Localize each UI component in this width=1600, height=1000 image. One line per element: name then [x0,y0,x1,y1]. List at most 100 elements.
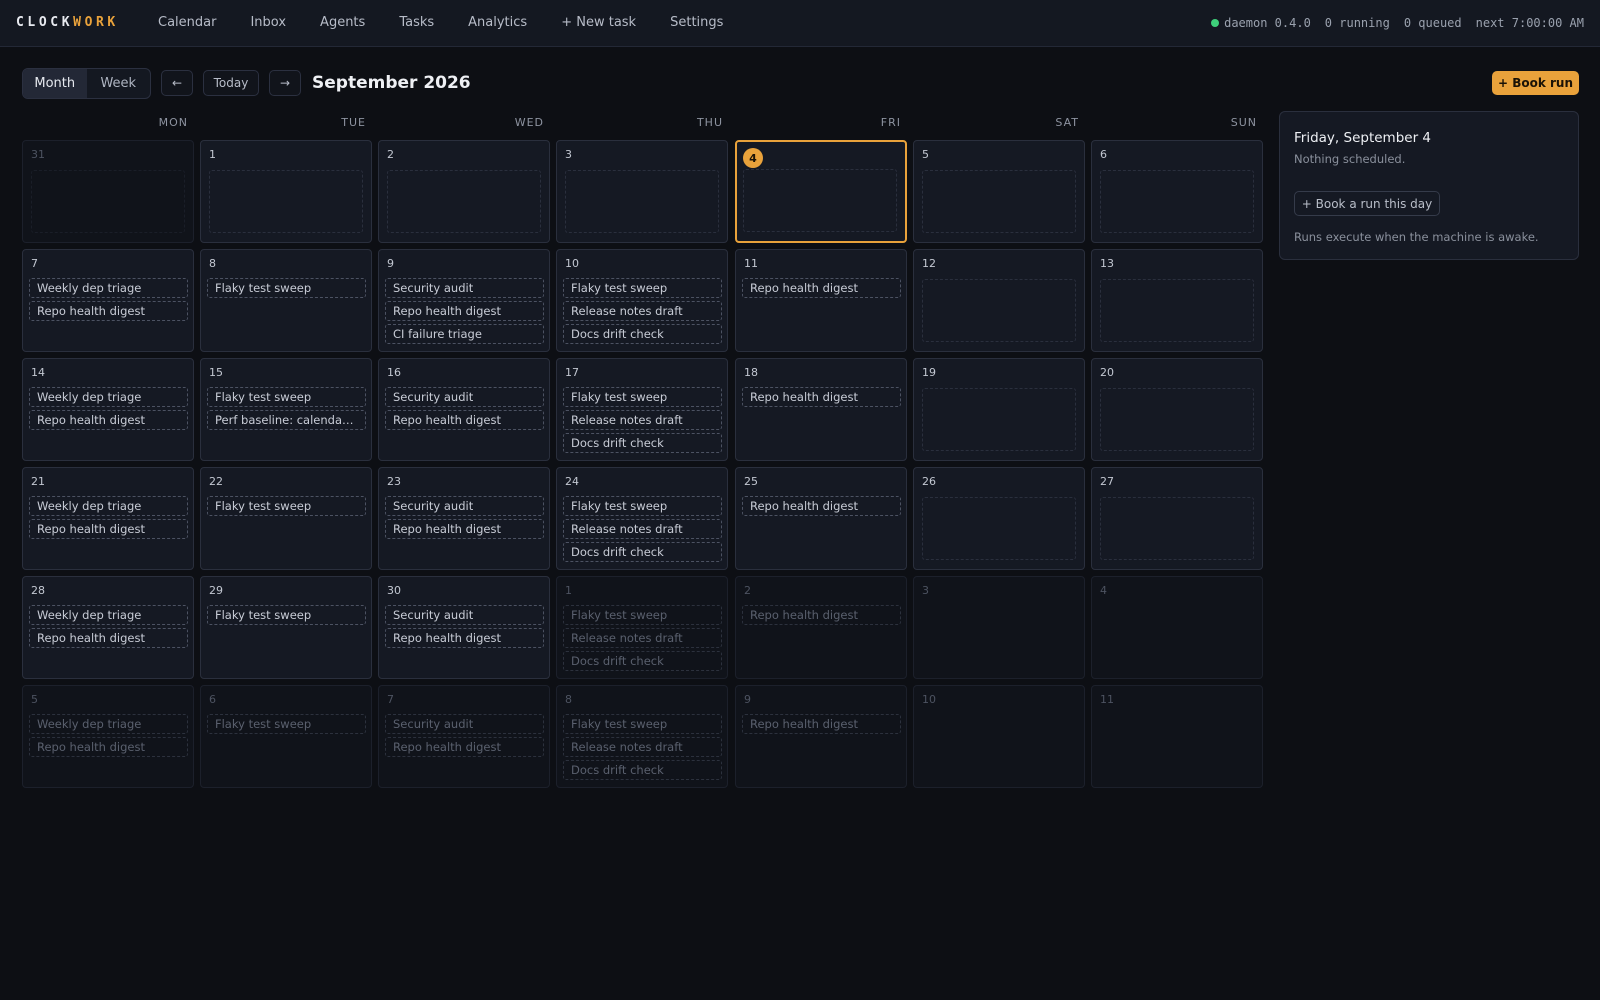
nav-new-task[interactable]: + New task [561,15,636,30]
event-chip[interactable]: Flaky test sweep [563,387,722,407]
next-month-button[interactable]: → [269,70,301,96]
event-chip[interactable]: Docs drift check [563,324,722,344]
event-chip[interactable]: Repo health digest [29,519,188,539]
event-chip[interactable]: Release notes draft [563,628,722,648]
day-cell[interactable]: 29 Flaky test sweep [200,576,372,679]
event-chip[interactable]: Release notes draft [563,737,722,757]
day-cell[interactable]: 23 Security audit Repo health digest [378,467,550,570]
day-cell[interactable]: 31 [22,140,194,243]
day-cell[interactable]: 4 [1091,576,1263,679]
day-cell[interactable]: 6 [1091,140,1263,243]
event-chip[interactable]: Weekly dep triage [29,387,188,407]
event-chip[interactable]: Release notes draft [563,410,722,430]
nav-calendar[interactable]: Calendar [158,15,216,30]
day-cell[interactable]: 11 Repo health digest [735,249,907,352]
event-chip[interactable]: Repo health digest [29,737,188,757]
day-cell[interactable]: 7 Weekly dep triage Repo health digest [22,249,194,352]
app-logo[interactable]: CLOCKWORK [16,15,119,30]
event-chip[interactable]: Flaky test sweep [207,387,366,407]
event-chip[interactable]: Repo health digest [385,628,544,648]
event-chip[interactable]: Weekly dep triage [29,278,188,298]
event-chip[interactable]: Repo health digest [742,605,901,625]
event-chip[interactable]: Weekly dep triage [29,605,188,625]
day-cell[interactable]: 1 [200,140,372,243]
event-chip[interactable]: Repo health digest [385,410,544,430]
day-cell[interactable]: 9 Repo health digest [735,685,907,788]
event-chip[interactable]: Docs drift check [563,433,722,453]
event-chip[interactable]: Flaky test sweep [207,605,366,625]
today-button[interactable]: Today [203,70,259,96]
view-month-button[interactable]: Month [23,69,87,98]
event-chip[interactable]: Security audit [385,387,544,407]
prev-month-button[interactable]: ← [161,70,193,96]
empty-slot[interactable] [1100,279,1254,342]
day-cell[interactable]: 19 [913,358,1085,461]
day-cell[interactable]: 9 Security audit Repo health digest CI fail… [378,249,550,352]
day-cell[interactable]: 28 Weekly dep triage Repo health digest [22,576,194,679]
event-chip[interactable]: Flaky test sweep [563,496,722,516]
nav-settings[interactable]: Settings [670,15,723,30]
day-cell[interactable]: 17 Flaky test sweep Release notes draft Doc… [556,358,728,461]
day-cell[interactable]: 12 [913,249,1085,352]
book-run-button[interactable]: + Book run [1492,71,1579,95]
event-chip[interactable]: Repo health digest [385,301,544,321]
view-week-button[interactable]: Week [87,69,151,98]
empty-slot[interactable] [1100,497,1254,560]
event-chip[interactable]: Flaky test sweep [563,714,722,734]
event-chip[interactable]: Flaky test sweep [207,278,366,298]
nav-tasks[interactable]: Tasks [399,15,434,30]
empty-slot[interactable] [565,170,719,233]
event-chip[interactable]: Repo health digest [742,278,901,298]
day-cell[interactable]: 2 Repo health digest [735,576,907,679]
event-chip[interactable]: Docs drift check [563,651,722,671]
event-chip[interactable]: Security audit [385,605,544,625]
day-cell[interactable]: 26 [913,467,1085,570]
event-chip[interactable]: Repo health digest [29,628,188,648]
day-cell[interactable]: 7 Security audit Repo health digest [378,685,550,788]
event-chip[interactable]: Flaky test sweep [563,605,722,625]
day-cell[interactable]: 6 Flaky test sweep [200,685,372,788]
day-cell[interactable]: 2 [378,140,550,243]
empty-slot[interactable] [922,170,1076,233]
event-chip[interactable]: Repo health digest [385,737,544,757]
nav-inbox[interactable]: Inbox [250,15,286,30]
day-cell[interactable]: 21 Weekly dep triage Repo health digest [22,467,194,570]
empty-slot[interactable] [387,170,541,233]
event-chip[interactable]: Repo health digest [742,387,901,407]
day-cell[interactable]: 14 Weekly dep triage Repo health digest [22,358,194,461]
nav-agents[interactable]: Agents [320,15,365,30]
empty-slot[interactable] [1100,388,1254,451]
event-chip[interactable]: Security audit [385,278,544,298]
event-chip[interactable]: Repo health digest [29,301,188,321]
event-chip[interactable]: Docs drift check [563,542,722,562]
event-chip[interactable]: Repo health digest [29,410,188,430]
day-cell[interactable]: 18 Repo health digest [735,358,907,461]
event-chip[interactable]: Flaky test sweep [207,714,366,734]
day-cell[interactable]: 20 [1091,358,1263,461]
book-run-this-day-button[interactable]: + Book a run this day [1294,191,1440,216]
empty-slot[interactable] [743,169,897,232]
day-cell[interactable]: 15 Flaky test sweep Perf baseline: calenda… [200,358,372,461]
event-chip[interactable]: Flaky test sweep [563,278,722,298]
empty-slot[interactable] [1100,170,1254,233]
day-cell[interactable]: 8 Flaky test sweep [200,249,372,352]
event-chip[interactable]: Release notes draft [563,301,722,321]
day-cell[interactable]: 10 Flaky test sweep Release notes draft Doc… [556,249,728,352]
day-cell[interactable]: 3 [913,576,1085,679]
event-chip[interactable]: Repo health digest [742,496,901,516]
event-chip[interactable]: Security audit [385,496,544,516]
day-cell[interactable]: 30 Security audit Repo health digest [378,576,550,679]
day-cell[interactable]: 13 [1091,249,1263,352]
empty-slot[interactable] [922,279,1076,342]
empty-slot[interactable] [922,497,1076,560]
event-chip[interactable]: CI failure triage [385,324,544,344]
nav-analytics[interactable]: Analytics [468,15,527,30]
day-cell[interactable]: 3 [556,140,728,243]
day-cell[interactable]: 1 Flaky test sweep Release notes draft Docs… [556,576,728,679]
empty-slot[interactable] [209,170,363,233]
empty-slot[interactable] [31,170,185,233]
event-chip[interactable]: Weekly dep triage [29,496,188,516]
day-cell[interactable]: 10 [913,685,1085,788]
event-chip[interactable]: Release notes draft [563,519,722,539]
event-chip[interactable]: Security audit [385,714,544,734]
